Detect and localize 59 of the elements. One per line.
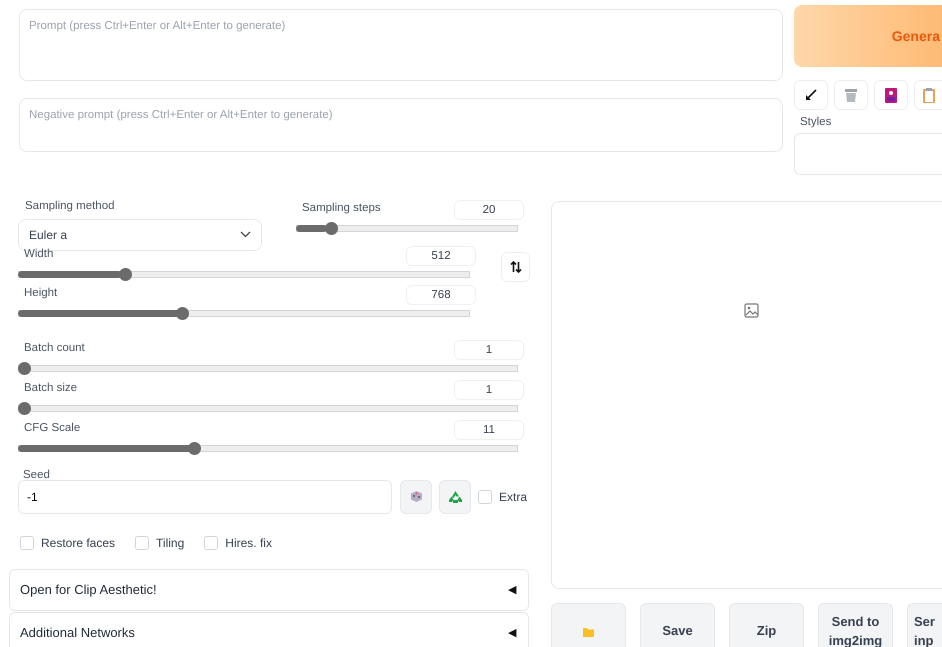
picture-card-button[interactable] [874,80,908,110]
dice-icon [410,490,422,504]
arrow-icon [805,89,817,101]
slider-thumb[interactable] [188,442,202,454]
accordion-header[interactable]: Open for Clip Aesthetic! ◀ [9,568,529,611]
picture-card-icon [885,88,897,102]
collapse-arrow: ◀ [508,626,516,640]
slider-label: Height [23,286,58,300]
number-field[interactable]: 20 [454,200,524,220]
chevron-down-icon [240,231,251,238]
slider-label: Batch count [23,340,85,356]
number-field[interactable]: 768 [406,284,476,304]
clipboard-icon [923,88,935,102]
image-icon [744,303,759,318]
checkbox-label: Extra [499,488,528,506]
number-field[interactable]: 11 [454,420,524,440]
slider-thumb[interactable] [176,306,190,320]
number-field[interactable]: 512 [406,246,476,266]
checkbox-label: Restore faces [41,534,116,552]
checkbox[interactable] [204,536,218,550]
swap-button[interactable] [501,252,530,282]
recycle-icon [448,490,462,504]
prompt-field[interactable]: Prompt (press Ctrl+Enter or Alt+Enter to generate) [19,9,783,81]
slider-track[interactable] [18,362,518,374]
swap-arrows-icon [510,260,522,272]
slider-label: Sampling steps [301,201,381,216]
checkbox-label: Tiling [156,534,184,552]
slider-thumb[interactable] [18,362,31,374]
seed-field[interactable]: -1 [18,480,392,514]
slider-track[interactable] [18,402,518,414]
slider-label: Batch size [23,380,78,396]
slider-thumb[interactable] [18,402,31,414]
slider-track[interactable] [18,442,518,454]
negative-prompt-field[interactable]: Negative prompt (press Ctrl+Enter or Alt+Enter to generate) [19,98,783,152]
arrow-button[interactable] [794,80,828,110]
slider-thumb[interactable] [118,268,132,280]
clipboard-button[interactable] [914,80,942,110]
styles-label: Styles [799,115,832,130]
styles-field[interactable] [794,133,942,176]
extra-checkbox[interactable] [478,490,492,504]
trash-icon [844,88,858,102]
collapse-arrow: ◀ [508,582,516,598]
number-field[interactable]: 1 [454,380,524,400]
slider-track[interactable] [18,268,470,280]
folder-icon [582,626,594,637]
checkbox[interactable] [135,536,150,550]
dropdown-label: Sampling method [24,199,116,214]
slider-thumb[interactable] [325,222,338,236]
slider-label: CFG Scale [23,420,80,436]
slider-track[interactable] [296,222,518,236]
slider-track[interactable] [18,306,470,320]
output-button[interactable]: Zip [729,603,804,647]
number-field[interactable]: 1 [454,340,524,360]
recycle-button[interactable] [439,480,471,514]
seed-label: Seed [22,468,51,482]
checkbox-label: Hires. fix [225,534,272,552]
output-button[interactable]: Save [640,603,715,647]
checkbox[interactable] [20,536,34,550]
accordion-header[interactable]: Additional Networks ◀ [9,612,529,647]
